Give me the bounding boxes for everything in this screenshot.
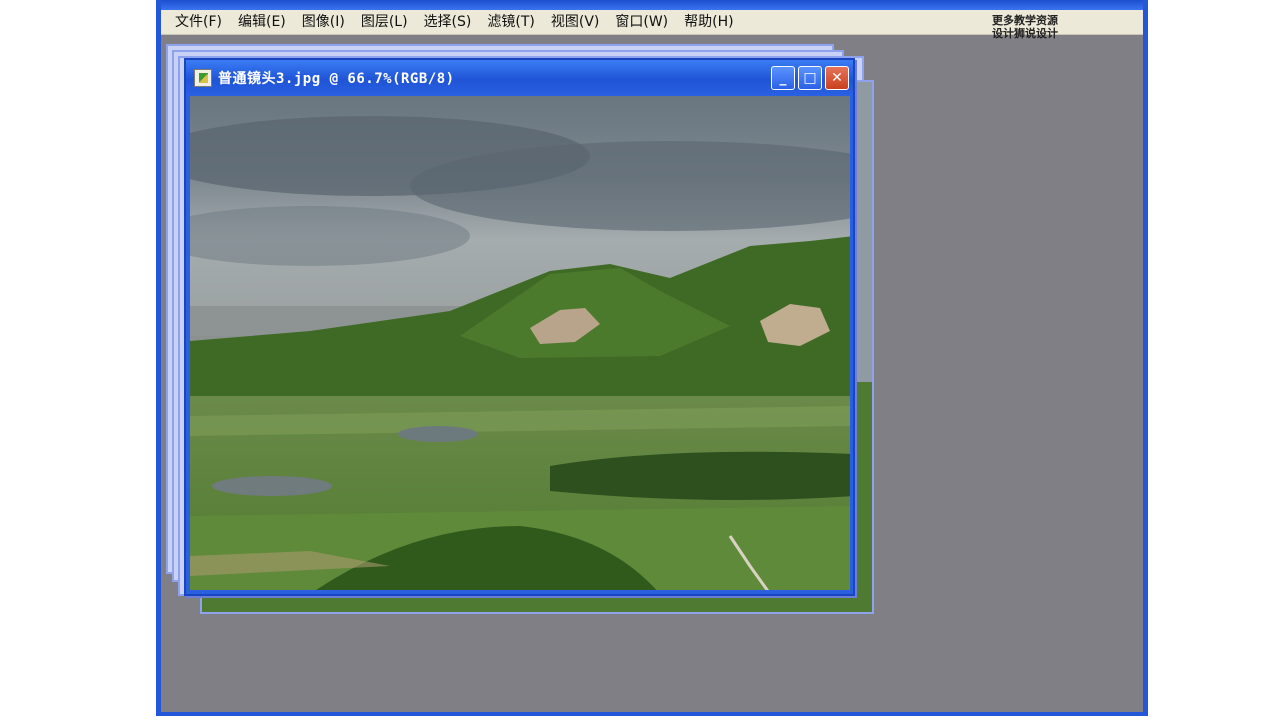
image-canvas[interactable] [190, 96, 850, 590]
close-button[interactable]: ✕ [825, 66, 849, 90]
minimize-button[interactable]: _ [771, 66, 795, 90]
menu-window[interactable]: 窗口(W) [607, 10, 676, 35]
menu-filter[interactable]: 滤镜(T) [479, 10, 542, 35]
document-title: 普通镜头3.jpg @ 66.7%(RGB/8) [218, 71, 455, 87]
watermark-line-2: 设计狮说设计 [992, 27, 1058, 40]
app-titlebar[interactable] [161, 0, 1143, 10]
window-controls: _ □ ✕ [771, 66, 849, 90]
watermark-line-1: 更多教学资源 [992, 14, 1058, 27]
menu-image[interactable]: 图像(I) [294, 10, 353, 35]
menu-layer[interactable]: 图层(L) [353, 10, 416, 35]
watermark: 更多教学资源 设计狮说设计 [992, 14, 1082, 40]
menu-help[interactable]: 帮助(H) [676, 10, 741, 35]
image-file-icon [194, 69, 212, 87]
document-titlebar[interactable]: 普通镜头3.jpg @ 66.7%(RGB/8) _ □ ✕ [186, 60, 853, 96]
maximize-button[interactable]: □ [798, 66, 822, 90]
menu-view[interactable]: 视图(V) [543, 10, 608, 35]
menu-edit[interactable]: 编辑(E) [230, 10, 294, 35]
menu-file[interactable]: 文件(F) [167, 10, 230, 35]
document-window[interactable]: 普通镜头3.jpg @ 66.7%(RGB/8) _ □ ✕ [184, 58, 855, 596]
menu-select[interactable]: 选择(S) [416, 10, 480, 35]
landscape-photo [190, 96, 850, 590]
